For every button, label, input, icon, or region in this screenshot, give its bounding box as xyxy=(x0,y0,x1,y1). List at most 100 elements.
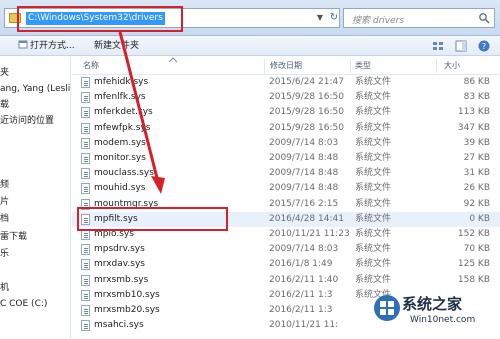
sys-file-icon xyxy=(81,137,90,149)
file-type: 系统文件 xyxy=(355,229,392,239)
chevron-down-icon[interactable]: ▼ xyxy=(314,11,326,25)
nav-item[interactable]: 档 xyxy=(0,211,70,227)
file-row[interactable]: mrxdav.sys 2016/1/8 1:49 系统文件 125 KB xyxy=(72,257,500,272)
file-row[interactable]: mferkdet.sys 2015/9/28 16:50 系统文件 113 KB xyxy=(72,105,500,120)
file-date: 2009/7/14 8:03 xyxy=(269,137,339,148)
file-name: mountmgr.sys xyxy=(94,198,159,209)
file-row[interactable]: mouclass.sys 2009/7/14 8:48 系统文件 31 KB xyxy=(72,166,500,181)
file-row[interactable]: mpsdrv.sys 2009/7/14 8:03 系统文件 70 KB xyxy=(72,242,500,257)
file-row[interactable]: modem.sys 2009/7/14 8:03 系统文件 39 KB xyxy=(72,136,500,151)
file-date: 2016/4/28 14:41 xyxy=(269,213,344,224)
column-header-type[interactable]: 类型 xyxy=(355,57,371,75)
search-input[interactable]: 搜索 drivers xyxy=(343,8,495,28)
file-size: 39 KB xyxy=(463,137,490,148)
sort-arrow-icon xyxy=(168,57,178,63)
sys-file-icon xyxy=(81,244,90,256)
file-row[interactable]: mpfilt.sys 2016/4/28 14:41 系统文件 0 KB xyxy=(72,211,500,227)
search-placeholder: 搜索 drivers xyxy=(352,16,405,26)
column-header-date[interactable]: 修改日期 xyxy=(270,57,302,75)
file-size: 86 KB xyxy=(463,77,490,87)
win10-logo-icon xyxy=(374,295,400,321)
column-divider[interactable] xyxy=(436,59,437,73)
open-with-label: 打开方式... xyxy=(30,41,75,51)
help-icon[interactable]: ? xyxy=(477,39,491,53)
file-date: 2009/7/14 8:03 xyxy=(269,244,339,255)
file-row[interactable]: monitor.sys 2009/7/14 8:48 系统文件 27 KB xyxy=(72,151,500,166)
file-date: 2016/2/11 1:3 xyxy=(269,289,333,300)
file-size: 83 KB xyxy=(463,92,490,103)
file-name: mfehidk.sys xyxy=(94,77,149,87)
column-header-size[interactable]: 大小 xyxy=(444,57,460,75)
refresh-icon[interactable]: ↻ xyxy=(328,11,340,25)
file-name: msahci.sys xyxy=(94,320,144,331)
column-divider[interactable] xyxy=(264,59,265,73)
file-row[interactable]: mountmgr.sys 2015/7/16 2:15 系统文件 92 KB xyxy=(72,197,500,212)
file-name: mferkdet.sys xyxy=(94,107,153,118)
file-type: 系统文件 xyxy=(355,259,392,270)
file-type: 系统文件 xyxy=(355,107,392,118)
watermark-brand: 系统之家 xyxy=(402,295,463,313)
file-size: 158 KB xyxy=(457,274,490,285)
navigation-pane: 夹 ang, Yang (Leslie 载 近访问的位置 频 片 档 雷下载 乐… xyxy=(0,57,71,339)
file-size: 70 KB xyxy=(463,244,490,255)
file-type: 系统文件 xyxy=(355,153,392,163)
sys-file-icon xyxy=(81,320,90,332)
file-name: mouhid.sys xyxy=(94,183,146,194)
file-row[interactable]: mouhid.sys 2009/7/14 8:48 系统文件 26 KB xyxy=(72,181,500,196)
sys-file-icon xyxy=(81,198,90,210)
file-name: mpfilt.sys xyxy=(94,213,138,224)
file-date: 2015/9/28 16:50 xyxy=(269,107,344,118)
file-date: 2015/7/16 2:15 xyxy=(269,198,339,209)
nav-item-c-drive[interactable]: C COE (C:) xyxy=(0,296,70,312)
file-size: 0 KB xyxy=(469,213,490,224)
file-size: 347 KB xyxy=(457,122,490,133)
search-icon[interactable] xyxy=(478,12,490,24)
address-bar[interactable]: C:\Windows\System32\drivers ▼ ↻ xyxy=(4,8,340,28)
file-row[interactable]: mrxsmb.sys 2016/2/11 1:40 系统文件 158 KB xyxy=(72,273,500,288)
file-type: 系统文件 xyxy=(355,274,392,285)
sys-file-icon xyxy=(81,183,90,195)
nav-item[interactable]: 乐 xyxy=(0,246,70,262)
file-row[interactable]: mfewfpk.sys 2015/9/28 16:50 系统文件 347 KB xyxy=(72,121,500,136)
open-with-icon xyxy=(18,40,28,49)
file-name: mfewfpk.sys xyxy=(94,122,151,133)
watermark-url: Win10net.com xyxy=(410,315,476,325)
file-size: 113 KB xyxy=(457,107,490,118)
nav-item[interactable]: 雷下载 xyxy=(0,229,70,245)
file-row[interactable]: mfehidk.sys 2015/6/24 21:47 系统文件 86 KB xyxy=(72,75,500,90)
address-path[interactable]: C:\Windows\System32\drivers xyxy=(26,12,165,25)
file-type: 系统文件 xyxy=(355,213,392,224)
file-name: mrxsmb20.sys xyxy=(94,305,160,315)
open-with-button[interactable]: 打开方式... xyxy=(18,39,75,53)
file-date: 2016/2/11 1:3 xyxy=(269,305,333,315)
nav-item[interactable]: 载 xyxy=(0,97,70,113)
file-date: 2010/11/21 11:23 xyxy=(269,229,350,239)
file-date: 2009/7/14 8:48 xyxy=(269,183,339,194)
nav-item[interactable]: 机 xyxy=(0,280,70,296)
file-type: 系统文件 xyxy=(355,122,392,133)
file-name: mrxdav.sys xyxy=(94,259,145,270)
sys-file-icon xyxy=(81,92,90,104)
file-name: mfenlfk.sys xyxy=(94,92,146,103)
file-type: 系统文件 xyxy=(355,198,392,209)
file-type: 系统文件 xyxy=(355,137,392,148)
preview-pane-icon[interactable] xyxy=(454,39,468,53)
nav-item[interactable]: 近访问的位置 xyxy=(0,113,70,129)
nav-item[interactable]: 频 xyxy=(0,177,70,193)
file-date: 2010/11/21 11: xyxy=(269,320,339,331)
file-row[interactable]: mfenlfk.sys 2015/9/28 16:50 系统文件 83 KB xyxy=(72,90,500,105)
sys-file-icon xyxy=(81,274,90,286)
nav-item[interactable]: 片 xyxy=(0,194,70,210)
file-row[interactable]: mpio.sys 2010/11/21 11:23 系统文件 152 KB xyxy=(72,227,500,242)
file-name: mpio.sys xyxy=(94,229,134,239)
new-folder-button[interactable]: 新建文件夹 xyxy=(94,39,139,53)
sys-file-icon xyxy=(81,77,90,88)
file-size: 31 KB xyxy=(463,168,490,179)
column-header-name[interactable]: 名称 xyxy=(83,57,99,75)
view-options-icon[interactable] xyxy=(431,39,445,53)
column-divider[interactable] xyxy=(350,59,351,73)
nav-item[interactable]: 夹 xyxy=(0,65,70,81)
file-name: mouclass.sys xyxy=(94,168,154,179)
file-name: monitor.sys xyxy=(94,153,146,163)
nav-item[interactable]: ang, Yang (Leslie xyxy=(0,81,70,97)
